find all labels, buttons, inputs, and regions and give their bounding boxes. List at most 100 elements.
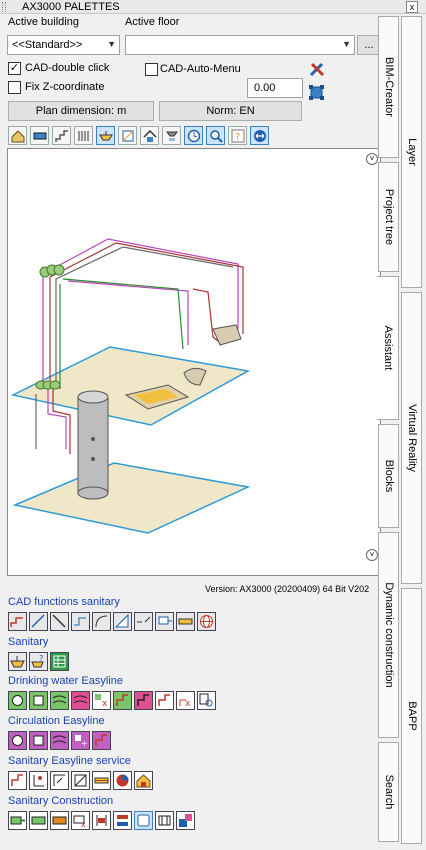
diagonal-icon[interactable] [29, 612, 48, 631]
wall-icon[interactable] [30, 126, 49, 145]
tab-assistant[interactable]: Assistant [377, 276, 399, 420]
section-title-drinking-water: Drinking water Easyline [8, 675, 123, 687]
scroll-down-icon[interactable]: ˅ [366, 549, 378, 561]
tab-project-tree[interactable]: Project tree [378, 162, 399, 272]
circ-5-icon[interactable] [92, 731, 111, 750]
room-icon[interactable] [118, 126, 137, 145]
tools-icon[interactable] [308, 60, 326, 78]
norm-button[interactable]: Norm: EN [159, 101, 302, 121]
building-icon[interactable] [8, 126, 27, 145]
section-title-sanitary-construction: Sanitary Construction [8, 795, 114, 807]
plan-dimension-button[interactable]: Plan dimension: m [8, 101, 154, 121]
tab-bim-creator[interactable]: BIM-Creator [378, 16, 399, 158]
table-icon[interactable] [50, 652, 69, 671]
cad-auto-menu-label: CAD-Auto-Menu [160, 63, 241, 75]
scroll-up-icon[interactable]: ˅ [366, 153, 378, 165]
svg-text:x: x [185, 699, 191, 709]
dw-4-icon[interactable] [71, 691, 90, 710]
tab-dynamic-construction[interactable]: Dynamic construction [378, 532, 399, 738]
con-5-icon[interactable] [92, 811, 111, 830]
tab-bapp[interactable]: BAPP [401, 588, 422, 844]
con-8-icon[interactable] [155, 811, 174, 830]
circ-3-icon[interactable] [50, 731, 69, 750]
tab-label: Layer [405, 138, 418, 166]
building-select-value: <<Standard>> [12, 39, 83, 51]
tab-label: BIM-Creator [382, 57, 395, 117]
circ-4-icon[interactable]: + [71, 731, 90, 750]
dw-3-icon[interactable] [50, 691, 69, 710]
cad-auto-menu-checkbox[interactable] [145, 63, 158, 76]
clock-icon[interactable] [184, 126, 203, 145]
con-4-icon[interactable]: x [71, 811, 90, 830]
con-2-icon[interactable] [29, 811, 48, 830]
z-coordinate-input[interactable]: 0.00 [247, 78, 303, 98]
radiator-icon[interactable] [74, 126, 93, 145]
break-icon[interactable] [134, 612, 153, 631]
svg-text:x: x [81, 820, 86, 829]
roof-icon[interactable] [140, 126, 159, 145]
dw-10-icon[interactable] [197, 691, 216, 710]
cad-double-click-checkbox[interactable]: ✓ [8, 62, 21, 75]
junction-icon[interactable] [155, 612, 174, 631]
main-toolbar: ? [8, 126, 269, 145]
globe-icon[interactable] [197, 612, 216, 631]
sink-icon[interactable] [8, 652, 27, 671]
offset-icon[interactable] [71, 612, 90, 631]
dw-6-icon[interactable] [113, 691, 132, 710]
zoom-icon[interactable] [206, 126, 225, 145]
con-9-icon[interactable] [176, 811, 195, 830]
building-select[interactable]: <<Standard>> ▼ [7, 35, 120, 55]
window-title: AX3000 PALETTES [22, 1, 120, 13]
svc-3-icon[interactable] [50, 771, 69, 790]
dw-9-icon[interactable]: x [176, 691, 195, 710]
svc-4-icon[interactable] [71, 771, 90, 790]
active-floor-label: Active floor [125, 16, 180, 28]
slope-icon[interactable] [50, 612, 69, 631]
section-title-cad-functions: CAD functions sanitary [8, 596, 120, 608]
select-frame-icon[interactable] [309, 85, 324, 100]
dimension-icon[interactable] [176, 612, 195, 631]
stairs-icon[interactable] [52, 126, 71, 145]
svc-7-icon[interactable] [134, 771, 153, 790]
chevron-down-icon: ▼ [342, 39, 351, 49]
svc-2-icon[interactable] [29, 771, 48, 790]
dw-2-icon[interactable] [29, 691, 48, 710]
dw-5-icon[interactable]: x [92, 691, 111, 710]
washbasin-icon[interactable] [96, 126, 115, 145]
tab-label: Blocks [382, 459, 395, 493]
sanitary-icons: ? [8, 652, 69, 671]
shower-icon[interactable] [162, 126, 181, 145]
drag-grip[interactable] [2, 2, 6, 12]
tab-virtual-reality[interactable]: Virtual Reality [401, 292, 422, 584]
swap-icon[interactable] [250, 126, 269, 145]
tab-label: Dynamic construction [382, 582, 395, 688]
con-6-icon[interactable] [113, 811, 132, 830]
tab-blocks[interactable]: Blocks [378, 424, 399, 528]
bend-icon[interactable] [92, 612, 111, 631]
palette-titlebar[interactable]: AX3000 PALETTES x [0, 0, 426, 14]
tab-layer[interactable]: Layer [401, 16, 422, 288]
svc-1-icon[interactable] [8, 771, 27, 790]
3d-viewport[interactable]: ˅ ˅ [7, 148, 381, 576]
close-button[interactable]: x [406, 1, 418, 13]
circ-1-icon[interactable] [8, 731, 27, 750]
dw-1-icon[interactable] [8, 691, 27, 710]
help-icon[interactable]: ? [228, 126, 247, 145]
con-7-icon[interactable] [134, 811, 153, 830]
ramp-icon[interactable] [113, 612, 132, 631]
dw-8-icon[interactable] [155, 691, 174, 710]
svc-5-icon[interactable] [92, 771, 111, 790]
fix-z-checkbox[interactable] [8, 81, 21, 94]
svg-text:?: ? [235, 132, 240, 143]
cad-functions-icons [8, 612, 216, 631]
sink-question-icon[interactable]: ? [29, 652, 48, 671]
tab-search[interactable]: Search [378, 742, 399, 842]
stairs-pipe-icon[interactable] [8, 612, 27, 631]
con-3-icon[interactable] [50, 811, 69, 830]
circ-2-icon[interactable] [29, 731, 48, 750]
floor-select[interactable]: ▼ [125, 35, 355, 55]
con-1-icon[interactable] [8, 811, 27, 830]
dw-7-icon[interactable] [134, 691, 153, 710]
section-title-circulation: Circulation Easyline [8, 715, 105, 727]
svc-6-icon[interactable] [113, 771, 132, 790]
